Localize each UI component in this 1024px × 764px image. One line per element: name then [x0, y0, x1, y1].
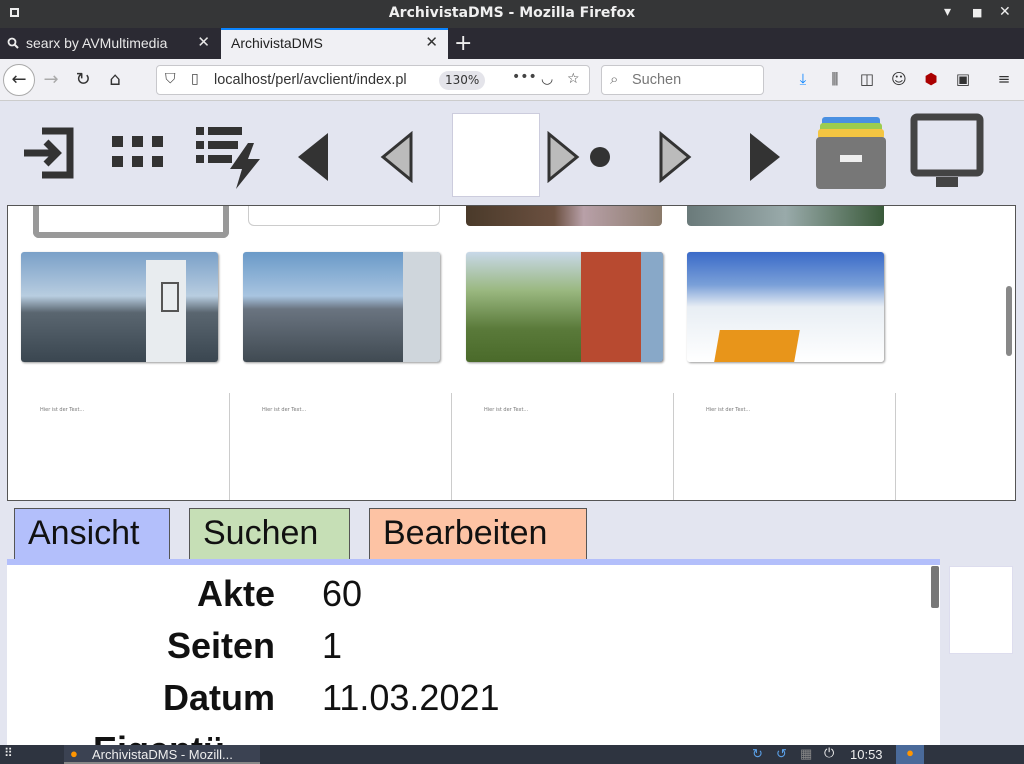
thumbnail-partial[interactable]	[33, 206, 229, 238]
next-page-icon[interactable]	[658, 131, 692, 183]
batch-process-icon[interactable]	[196, 125, 262, 189]
detail-key: Akte	[196, 573, 275, 614]
doc-thumb-text: Hier ist der Text...	[706, 407, 751, 413]
last-page-icon[interactable]	[748, 131, 782, 183]
thumbnail-partial[interactable]	[248, 206, 440, 226]
window-titlebar: ArchivistaDMS - Mozilla Firefox ▾ ■ ✕	[0, 0, 1024, 28]
library-icon[interactable]: ⫼	[824, 68, 846, 90]
previous-page-icon[interactable]	[380, 131, 414, 183]
more-actions-icon[interactable]: •••	[512, 69, 537, 85]
detail-row-seiten: Seiten 1	[7, 625, 907, 669]
ublock-icon[interactable]: ⬢	[920, 68, 942, 90]
photo-thumbnail[interactable]	[243, 252, 440, 362]
window-title: ArchivistaDMS - Mozilla Firefox	[388, 5, 636, 21]
tab-label: ArchivistaDMS	[231, 35, 323, 51]
login-icon[interactable]	[20, 125, 76, 181]
photo-thumbnail[interactable]	[21, 252, 218, 362]
close-window-icon[interactable]: ✕	[999, 4, 1011, 20]
ship-rail	[403, 252, 440, 362]
close-tab-icon[interactable]: ✕	[197, 33, 210, 51]
detail-key: Eigentü	[93, 729, 225, 745]
detail-value: 60	[322, 573, 363, 614]
document-thumbnail[interactable]: Hier ist der Text...	[452, 393, 674, 500]
pocket-icon[interactable]: ◡	[541, 71, 553, 87]
doc-thumb-text: Hier ist der Text...	[40, 407, 85, 413]
search-icon	[7, 37, 19, 49]
tab-archivista[interactable]: ArchivistaDMS ✕	[221, 28, 448, 59]
sync-icon[interactable]: ↻	[752, 746, 763, 762]
thumbnail-partial[interactable]	[687, 206, 884, 226]
close-tab-icon[interactable]: ✕	[425, 33, 438, 51]
detail-key: Datum	[162, 677, 275, 718]
minimize-icon[interactable]: ▾	[944, 4, 951, 20]
archive-box-icon[interactable]	[814, 115, 888, 191]
grid-scrollbar[interactable]	[1006, 286, 1012, 356]
tab-strip: searx by AVMultimedia ✕ ArchivistaDMS ✕ …	[0, 28, 1024, 59]
detail-row-eigentuemer: Eigentü	[7, 729, 907, 745]
page-preview[interactable]	[452, 113, 540, 197]
document-thumbnail[interactable]: Hier ist der Text...	[674, 393, 896, 500]
doc-thumb-text: Hier ist der Text...	[484, 407, 529, 413]
taskbar: ⠿ ● ArchivistaDMS - Mozill... ↻ ↺ ▦ ⏻ 10…	[0, 745, 1024, 764]
update-icon[interactable]: ↺	[776, 746, 787, 762]
shield-icon[interactable]: ⛉	[165, 71, 176, 87]
back-button[interactable]: ←	[3, 64, 35, 96]
search-icon: ⌕	[610, 70, 619, 88]
detail-row-akte: Akte 60	[7, 573, 907, 617]
app-launcher-icon[interactable]: ⠿	[4, 746, 13, 760]
photo-thumbnail[interactable]	[466, 252, 663, 362]
tab-suchen[interactable]: Suchen	[189, 508, 350, 560]
side-page-thumbnail[interactable]	[949, 566, 1013, 654]
taskbar-app-firefox[interactable]: ● ArchivistaDMS - Mozill...	[64, 745, 260, 764]
url-bar[interactable]: ⛉ ▯ localhost/perl/avclient/index.pl 130…	[156, 65, 590, 95]
thumbnail-partial[interactable]	[466, 206, 662, 226]
first-page-icon[interactable]	[296, 131, 330, 183]
new-tab-button[interactable]: +	[454, 31, 472, 56]
detail-scrollbar[interactable]	[931, 566, 939, 608]
account-icon[interactable]: ☺	[888, 68, 910, 90]
reload-button[interactable]: ↻	[68, 65, 98, 95]
detail-value: 11.03.2021	[322, 677, 500, 718]
detail-value: 1	[322, 625, 343, 666]
tab-label: searx by AVMultimedia	[26, 35, 168, 51]
next-marked-icon[interactable]	[546, 131, 616, 183]
clock: 10:53	[850, 747, 883, 762]
photo-thumbnail[interactable]	[687, 252, 884, 362]
document-thumbnail[interactable]: Hier ist der Text...	[230, 393, 452, 500]
download-icon[interactable]: ⤓	[792, 68, 814, 90]
forward-button[interactable]: →	[36, 65, 66, 95]
grid-view-icon[interactable]	[110, 134, 166, 170]
firefox-icon: ●	[70, 746, 78, 761]
tab-ansicht[interactable]: Ansicht	[14, 508, 170, 560]
app-toolbar	[0, 101, 1024, 205]
navigation-bar: ← → ↻ ⌂ ⛉ ▯ localhost/perl/avclient/inde…	[0, 59, 1024, 101]
bookmark-star-icon[interactable]: ☆	[567, 71, 580, 87]
doc-thumb-text: Hier ist der Text...	[262, 407, 307, 413]
search-placeholder: Suchen	[632, 72, 682, 88]
keyboard-icon[interactable]: ▦	[800, 746, 812, 762]
search-input[interactable]: ⌕ Suchen	[601, 65, 764, 95]
sidebar-icon[interactable]: ◫	[856, 68, 878, 90]
document-thumbnail[interactable]: Hier ist der Text...	[8, 393, 230, 500]
home-button[interactable]: ⌂	[100, 65, 130, 95]
detail-key: Seiten	[166, 625, 275, 666]
menu-icon[interactable]: ≡	[993, 68, 1015, 90]
extension-icon[interactable]: ▣	[952, 68, 974, 90]
ship-window	[161, 282, 179, 312]
detail-panel: Akte 60 Seiten 1 Datum 11.03.2021 Eigent…	[7, 565, 940, 745]
tab-bearbeiten[interactable]: Bearbeiten	[369, 508, 587, 560]
taskbar-app-label: ArchivistaDMS - Mozill...	[92, 747, 233, 762]
monitor-icon[interactable]	[910, 113, 984, 191]
firefox-tray-icon[interactable]: ●	[896, 745, 924, 764]
image-grid: Hier ist der Text... Hier ist der Text..…	[7, 205, 1016, 501]
tab-searx[interactable]: searx by AVMultimedia ✕	[0, 28, 220, 59]
url-text[interactable]: localhost/perl/avclient/index.pl	[214, 72, 407, 88]
power-icon[interactable]: ⏻	[824, 745, 834, 761]
page-icon: ▯	[191, 71, 199, 87]
boat-hull	[714, 330, 800, 362]
zoom-badge[interactable]: 130%	[439, 71, 486, 90]
maximize-icon[interactable]: ■	[972, 6, 982, 19]
window-frame	[641, 252, 663, 362]
detail-row-datum: Datum 11.03.2021	[7, 677, 907, 721]
